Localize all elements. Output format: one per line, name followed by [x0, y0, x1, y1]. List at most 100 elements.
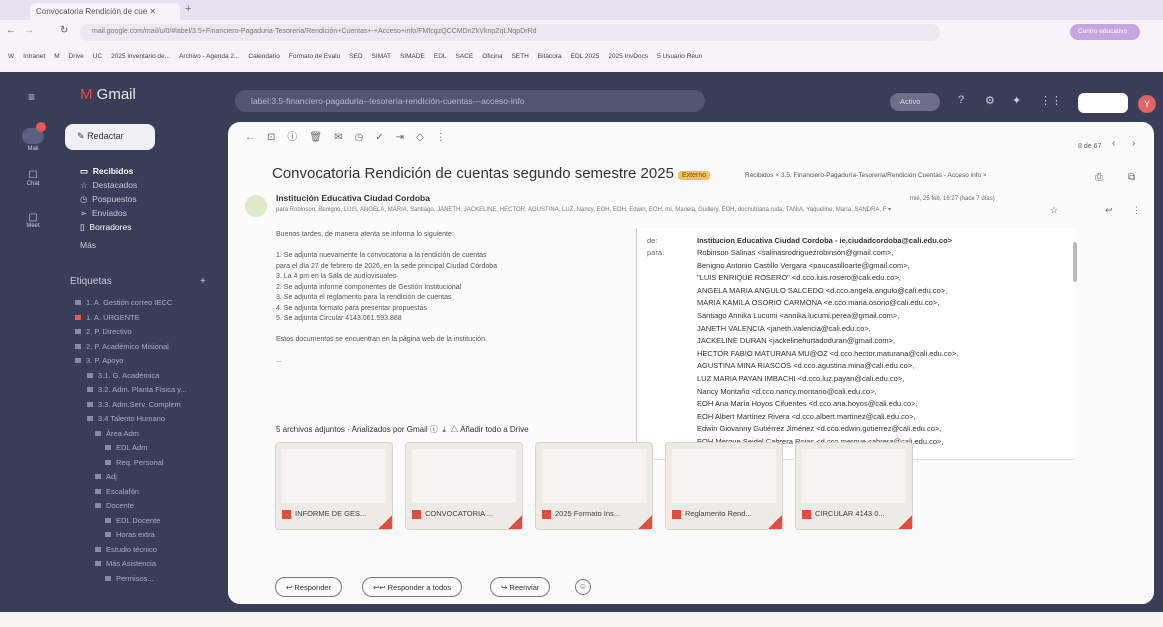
bookmark-item[interactable]: 5 Usuario Reun: [657, 53, 702, 60]
nav-item-more[interactable]: Más: [80, 240, 96, 250]
more-vert-icon[interactable]: ⋮: [1132, 205, 1141, 216]
label-item[interactable]: 2. P. Directivo: [75, 327, 132, 336]
nav-item-sent[interactable]: ➢ Enviados: [80, 208, 127, 219]
delete-icon[interactable]: 🗑: [309, 132, 334, 143]
add-label-icon[interactable]: +: [200, 276, 206, 287]
bookmark-item[interactable]: 2025 inventario de...: [111, 53, 170, 60]
label-item[interactable]: 1. A. URGENTE: [75, 313, 140, 322]
settings-icon[interactable]: ⚙: [985, 94, 995, 107]
label-item[interactable]: Docente: [95, 501, 134, 510]
attachment-card[interactable]: 2025 Formato Ins...: [535, 442, 653, 530]
new-tab-icon[interactable]: +: [185, 3, 191, 15]
bookmark-item[interactable]: Calendario: [248, 53, 279, 60]
label-item[interactable]: 2. P. Académico Misional: [75, 342, 169, 351]
recipients-summary[interactable]: para Robinson, Benigno, LUIS, ANGELA, MA…: [276, 206, 1036, 213]
label-icon[interactable]: ◇: [416, 132, 436, 143]
add-all-drive-link[interactable]: Añadir todo a Drive: [460, 425, 528, 434]
popup-scrollbar[interactable]: [1073, 242, 1077, 282]
nav-item-snoozed[interactable]: ◷ Pospuestos: [80, 194, 137, 205]
prev-icon[interactable]: ‹: [1112, 138, 1115, 149]
report-icon[interactable]: ⓘ: [287, 132, 309, 143]
nav-item-starred[interactable]: ☆ Destacados: [80, 180, 137, 191]
bookmark-item[interactable]: Oficina: [482, 53, 502, 60]
task-icon[interactable]: ✓: [375, 132, 395, 143]
profile-chip[interactable]: Centro educativo: [1070, 24, 1140, 40]
label-item[interactable]: Área Adm: [95, 429, 139, 438]
label-item[interactable]: EDL Docente: [105, 516, 160, 525]
gemini-icon[interactable]: ✦: [1012, 94, 1021, 107]
reply-all-button[interactable]: ↩↩ Responder a todos: [362, 577, 463, 597]
snooze-icon[interactable]: ◷: [354, 132, 375, 143]
star-icon[interactable]: ☆: [1050, 205, 1058, 216]
label-item[interactable]: 3.2. Adm. Planta Física y...: [87, 385, 187, 394]
rail-mail[interactable]: Mail: [18, 122, 48, 152]
nav-item-drafts[interactable]: ▯ Borradores: [80, 222, 131, 233]
reply-button[interactable]: ↩ Responder: [275, 577, 343, 597]
label-item[interactable]: Req. Personal: [105, 458, 164, 467]
move-icon[interactable]: ⇥: [396, 132, 416, 143]
bookmark-item[interactable]: EDL: [434, 53, 447, 60]
help-icon[interactable]: ?: [958, 94, 964, 106]
bookmark-item[interactable]: 2025 InvDocs: [608, 53, 648, 60]
archive-icon[interactable]: ⊡: [267, 132, 287, 143]
bookmark-item[interactable]: Intranet: [23, 53, 45, 60]
bookmark-item[interactable]: SIMAT: [372, 53, 391, 60]
attachment-card[interactable]: CONVOCATORIA ...: [405, 442, 523, 530]
bookmark-item[interactable]: UC: [93, 53, 102, 60]
reload-icon[interactable]: ↻: [60, 25, 68, 36]
rail-chat[interactable]: ☐ Chat: [18, 170, 48, 187]
label-item[interactable]: 3.1. G. Académica: [87, 371, 159, 380]
apps-icon[interactable]: ⋮⋮: [1040, 94, 1062, 107]
download-all-icon[interactable]: ⤓: [442, 425, 446, 434]
next-icon[interactable]: ›: [1132, 138, 1135, 149]
bookmark-item[interactable]: EDL 2025: [571, 53, 600, 60]
label-item[interactable]: Más Asistencia: [95, 559, 156, 568]
label-item[interactable]: Horas extra: [105, 530, 155, 539]
label-item[interactable]: Adj: [95, 472, 117, 481]
bookmark-item[interactable]: Drive: [69, 53, 84, 60]
bookmark-item[interactable]: Archivo - Agenda 2...: [179, 53, 239, 60]
attachment-card[interactable]: Reglamento Rend...: [665, 442, 783, 530]
browser-tab[interactable]: Convocatoria Rendición de cue ✕: [30, 3, 180, 20]
bookmark-item[interactable]: W: [8, 53, 14, 60]
emoji-icon[interactable]: ☺: [575, 579, 591, 595]
menu-icon[interactable]: ≡: [28, 90, 35, 104]
bookmark-item[interactable]: SIMADE: [400, 53, 425, 60]
avatar[interactable]: Y: [1138, 95, 1156, 113]
label-chips[interactable]: Recibidos × 3.5. Financiero-Pagaduría-Te…: [745, 172, 987, 179]
reply-icon[interactable]: ↩: [1105, 205, 1113, 216]
compose-button[interactable]: ✎ Redactar: [65, 124, 155, 150]
gmail-logo[interactable]: M Gmail: [80, 86, 136, 103]
recipient-entry: JACKELINE DURAN <jackelinehurtadoduran@g…: [697, 336, 896, 346]
url-input[interactable]: mail.google.com/mail/u/0/#label/3.5+Fina…: [80, 24, 940, 41]
label-item[interactable]: 3. P. Apoyo: [75, 356, 123, 365]
bookmark-item[interactable]: Bitácora: [538, 53, 562, 60]
rail-meet[interactable]: ▢ Meet: [18, 212, 48, 229]
label-item[interactable]: 3.3. Adm.Serv. Complem: [87, 400, 181, 409]
label-item[interactable]: 3.4 Talento Humano: [87, 414, 165, 423]
print-icon[interactable]: ⎙: [1095, 172, 1103, 183]
back-icon[interactable]: ←: [6, 25, 16, 36]
label-item[interactable]: EDL Adm: [105, 443, 147, 452]
gmail-m-icon: M: [80, 86, 93, 103]
forward-icon[interactable]: →: [24, 25, 34, 36]
mark-icon[interactable]: ✉: [334, 132, 354, 143]
search-input[interactable]: label:3.5-financiero-pagaduria--tesorerí…: [235, 90, 705, 112]
bookmark-item[interactable]: Formato de Evalu: [289, 53, 340, 60]
forward-button[interactable]: ↪ Reenviar: [490, 577, 551, 597]
attachment-card[interactable]: INFORME DE GES...: [275, 442, 393, 530]
label-item[interactable]: Estudio técnico: [95, 545, 157, 554]
open-new-window-icon[interactable]: ⧉: [1128, 172, 1135, 183]
nav-item-inbox[interactable]: ▭ Recibidos: [80, 166, 133, 177]
bookmark-item[interactable]: SED: [349, 53, 362, 60]
back-arrow-icon[interactable]: ←: [245, 132, 267, 143]
more-icon[interactable]: ⋮: [436, 132, 458, 143]
bookmark-item[interactable]: SACE: [456, 53, 474, 60]
bookmark-item[interactable]: M: [54, 53, 59, 60]
bookmark-item[interactable]: SETH: [511, 53, 528, 60]
label-item[interactable]: Permisos...: [105, 574, 154, 583]
label-item[interactable]: 1. A. Gestión correo IECC: [75, 298, 172, 307]
label-item[interactable]: Escalafón: [95, 487, 139, 496]
status-button[interactable]: Activo: [890, 93, 940, 111]
attachment-card[interactable]: CIRCULAR 4143 0...: [795, 442, 913, 530]
